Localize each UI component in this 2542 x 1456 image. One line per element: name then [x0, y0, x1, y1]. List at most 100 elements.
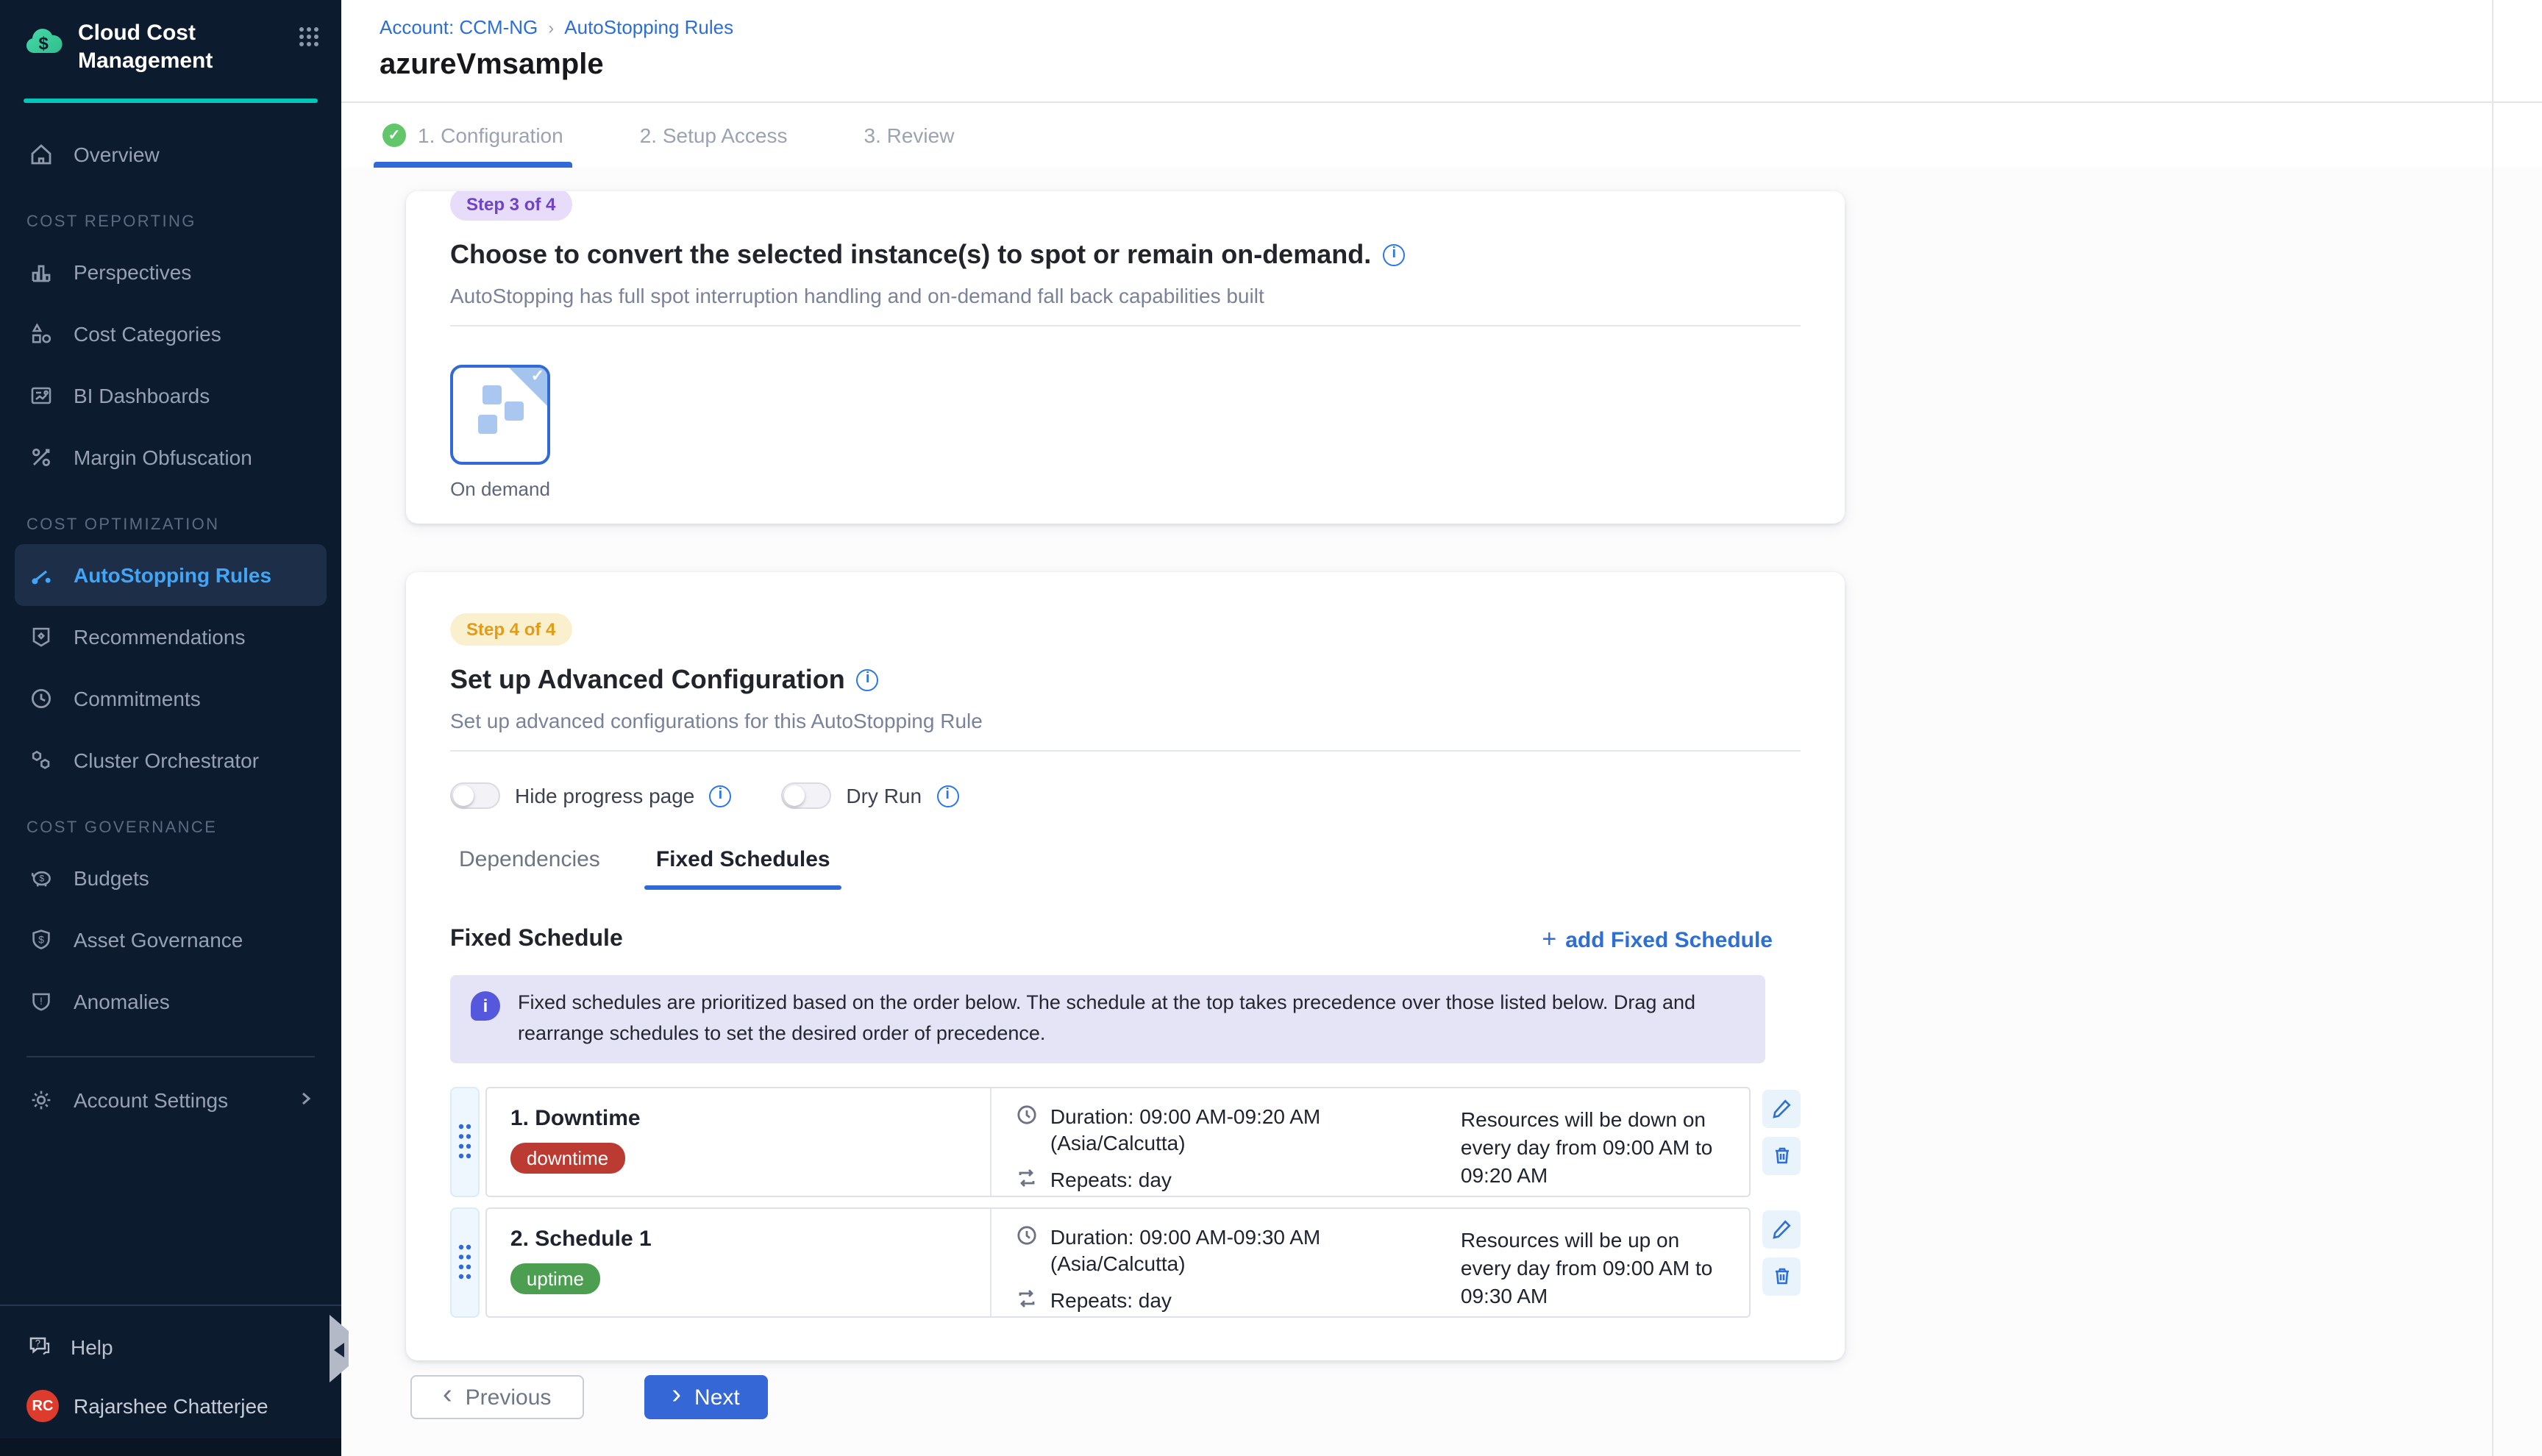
- priority-info-text: Fixed schedules are prioritized based on…: [518, 988, 1745, 1050]
- drag-handle[interactable]: [450, 1207, 480, 1318]
- schedule-row: 1. Downtime downtime Duration: 09:00 AM-…: [450, 1087, 1801, 1197]
- cloud-cost-logo-icon: $: [24, 22, 65, 63]
- step3-card: Step 3 of 4 Choose to convert the select…: [406, 191, 1845, 524]
- sidebar-item-bi-dashboards[interactable]: BI Dashboards: [0, 365, 341, 427]
- sidebar-item-label: Overview: [74, 143, 160, 166]
- clock-icon: [1015, 1224, 1039, 1277]
- tab-fixed-schedules[interactable]: Fixed Schedules: [647, 847, 839, 890]
- info-icon[interactable]: [936, 785, 958, 807]
- help-chat-icon: ?: [26, 1332, 53, 1363]
- schedule-row-actions: [1762, 1210, 1801, 1318]
- shapes-icon: [26, 321, 56, 347]
- divider: [450, 325, 1801, 326]
- drag-handle[interactable]: [450, 1087, 480, 1197]
- sidebar: $ Cloud Cost Management O: [0, 0, 341, 1456]
- schedule-type-badge: uptime: [510, 1263, 600, 1294]
- apps-grid-icon[interactable]: [297, 25, 321, 56]
- wizard-tab-configuration[interactable]: 1. Configuration: [380, 103, 566, 168]
- main-area: Account: CCM-NG › AutoStopping Rules azu…: [341, 0, 2542, 1456]
- app-title: Cloud Cost Management: [78, 19, 291, 75]
- repeat-icon: [1015, 1287, 1039, 1315]
- edit-schedule-button[interactable]: [1762, 1090, 1801, 1128]
- instance-square-icon: [505, 402, 524, 421]
- schedule-row-box: 1. Downtime downtime Duration: 09:00 AM-…: [485, 1087, 1751, 1197]
- selected-check-icon: [509, 368, 547, 406]
- sidebar-item-margin-obfuscation[interactable]: Margin Obfuscation: [0, 427, 341, 488]
- info-icon[interactable]: [857, 669, 879, 691]
- step4-card: Step 4 of 4 Set up Advanced Configuratio…: [406, 572, 1845, 1360]
- sidebar-item-account-settings[interactable]: Account Settings: [0, 1069, 341, 1131]
- sidebar-item-perspectives[interactable]: Perspectives: [0, 241, 341, 303]
- shield-dollar-icon: $: [26, 927, 56, 953]
- sidebar-item-anomalies[interactable]: ! Anomalies: [0, 971, 341, 1032]
- on-demand-tile[interactable]: [450, 365, 550, 465]
- priority-info-banner: Fixed schedules are prioritized based on…: [450, 975, 1765, 1063]
- wizard-tab-label: 3. Review: [864, 124, 955, 147]
- breadcrumb-account-link[interactable]: Account: CCM-NG: [380, 16, 538, 38]
- sidebar-item-label: Margin Obfuscation: [74, 446, 252, 469]
- sidebar-item-label: AutoStopping Rules: [74, 563, 271, 587]
- sidebar-item-recommendations[interactable]: Recommendations: [0, 606, 341, 668]
- edit-schedule-button[interactable]: [1762, 1210, 1801, 1249]
- wizard-tab-review[interactable]: 3. Review: [861, 103, 958, 168]
- clock-icon: [1015, 1103, 1039, 1156]
- delete-schedule-button[interactable]: [1762, 1257, 1801, 1296]
- help-button[interactable]: ? Help: [0, 1321, 341, 1374]
- next-label: Next: [694, 1385, 740, 1410]
- breadcrumb-autostopping-link[interactable]: AutoStopping Rules: [564, 16, 733, 38]
- page-header: Account: CCM-NG › AutoStopping Rules azu…: [341, 0, 2542, 103]
- hide-progress-label: Hide progress page: [515, 784, 694, 807]
- tab-dependencies[interactable]: Dependencies: [450, 847, 609, 890]
- svg-text:$: $: [39, 34, 49, 54]
- previous-label: Previous: [466, 1385, 552, 1410]
- dry-run-toggle[interactable]: [781, 782, 831, 809]
- sidebar-item-label: Recommendations: [74, 625, 245, 649]
- svg-text:!: !: [40, 995, 43, 1007]
- sidebar-item-autostopping-rules[interactable]: AutoStopping Rules: [15, 544, 327, 606]
- sidebar-item-label: Asset Governance: [74, 928, 243, 952]
- percent-icon: [26, 444, 56, 471]
- section-cost-optimization: COST OPTIMIZATION: [26, 515, 315, 535]
- advanced-toggles: Hide progress page Dry Run: [450, 782, 1801, 809]
- sidebar-item-asset-governance[interactable]: $ Asset Governance: [0, 909, 341, 971]
- chevron-right-icon: [297, 1088, 315, 1112]
- user-menu[interactable]: RC Rajarshee Chatterjee: [0, 1374, 341, 1438]
- info-icon[interactable]: [1383, 244, 1405, 266]
- next-button[interactable]: Next: [644, 1375, 767, 1419]
- info-icon[interactable]: [709, 785, 731, 807]
- sidebar-spacer: [0, 1131, 341, 1305]
- wizard-tab-bar: 1. Configuration 2. Setup Access 3. Revi…: [341, 103, 2542, 168]
- logo-row: $ Cloud Cost Management: [0, 0, 341, 87]
- section-cost-governance: COST GOVERNANCE: [26, 818, 315, 838]
- sidebar-item-label: Cluster Orchestrator: [74, 749, 259, 772]
- sidebar-item-overview[interactable]: Overview: [0, 124, 341, 185]
- sidebar-item-cluster-orchestrator[interactable]: Cluster Orchestrator: [0, 729, 341, 791]
- sidebar-item-label: Cost Categories: [74, 322, 221, 346]
- on-demand-option: On demand: [450, 365, 550, 500]
- hide-progress-toggle[interactable]: [450, 782, 500, 809]
- step3-subtitle: AutoStopping has full spot interruption …: [450, 284, 1801, 307]
- autostopping-icon: [26, 562, 56, 588]
- sidebar-item-budgets[interactable]: $ Budgets: [0, 847, 341, 909]
- section-cost-reporting: COST REPORTING: [26, 212, 315, 232]
- delete-schedule-button[interactable]: [1762, 1137, 1801, 1175]
- previous-button[interactable]: Previous: [410, 1375, 583, 1419]
- schedule-list: 1. Downtime downtime Duration: 09:00 AM-…: [450, 1087, 1801, 1318]
- schedule-description: Resources will be up on every day from 0…: [1461, 1209, 1749, 1316]
- toggle-knob: [453, 785, 474, 806]
- step3-title: Choose to convert the selected instance(…: [450, 240, 1801, 271]
- add-fixed-schedule-button[interactable]: add Fixed Schedule: [1542, 925, 1773, 954]
- toggle-knob: [784, 785, 805, 806]
- sidebar-item-commitments[interactable]: Commitments: [0, 668, 341, 729]
- schedule-duration: Duration: 09:00 AM-09:20 AM (Asia/Calcut…: [1050, 1103, 1371, 1156]
- wizard-footer: Previous Next: [406, 1375, 2542, 1419]
- instance-square-icon: [483, 385, 502, 404]
- sidebar-item-label: Account Settings: [74, 1088, 228, 1112]
- step4-subtitle: Set up advanced configurations for this …: [450, 709, 1801, 732]
- shield-alert-icon: !: [26, 988, 56, 1015]
- sidebar-item-cost-categories[interactable]: Cost Categories: [0, 303, 341, 365]
- schedule-timing-cell: Duration: 09:00 AM-09:30 AM (Asia/Calcut…: [991, 1209, 1461, 1316]
- schedule-description: Resources will be down on every day from…: [1461, 1088, 1749, 1196]
- wizard-tab-setup-access[interactable]: 2. Setup Access: [637, 103, 791, 168]
- breadcrumb: Account: CCM-NG › AutoStopping Rules: [380, 16, 2542, 38]
